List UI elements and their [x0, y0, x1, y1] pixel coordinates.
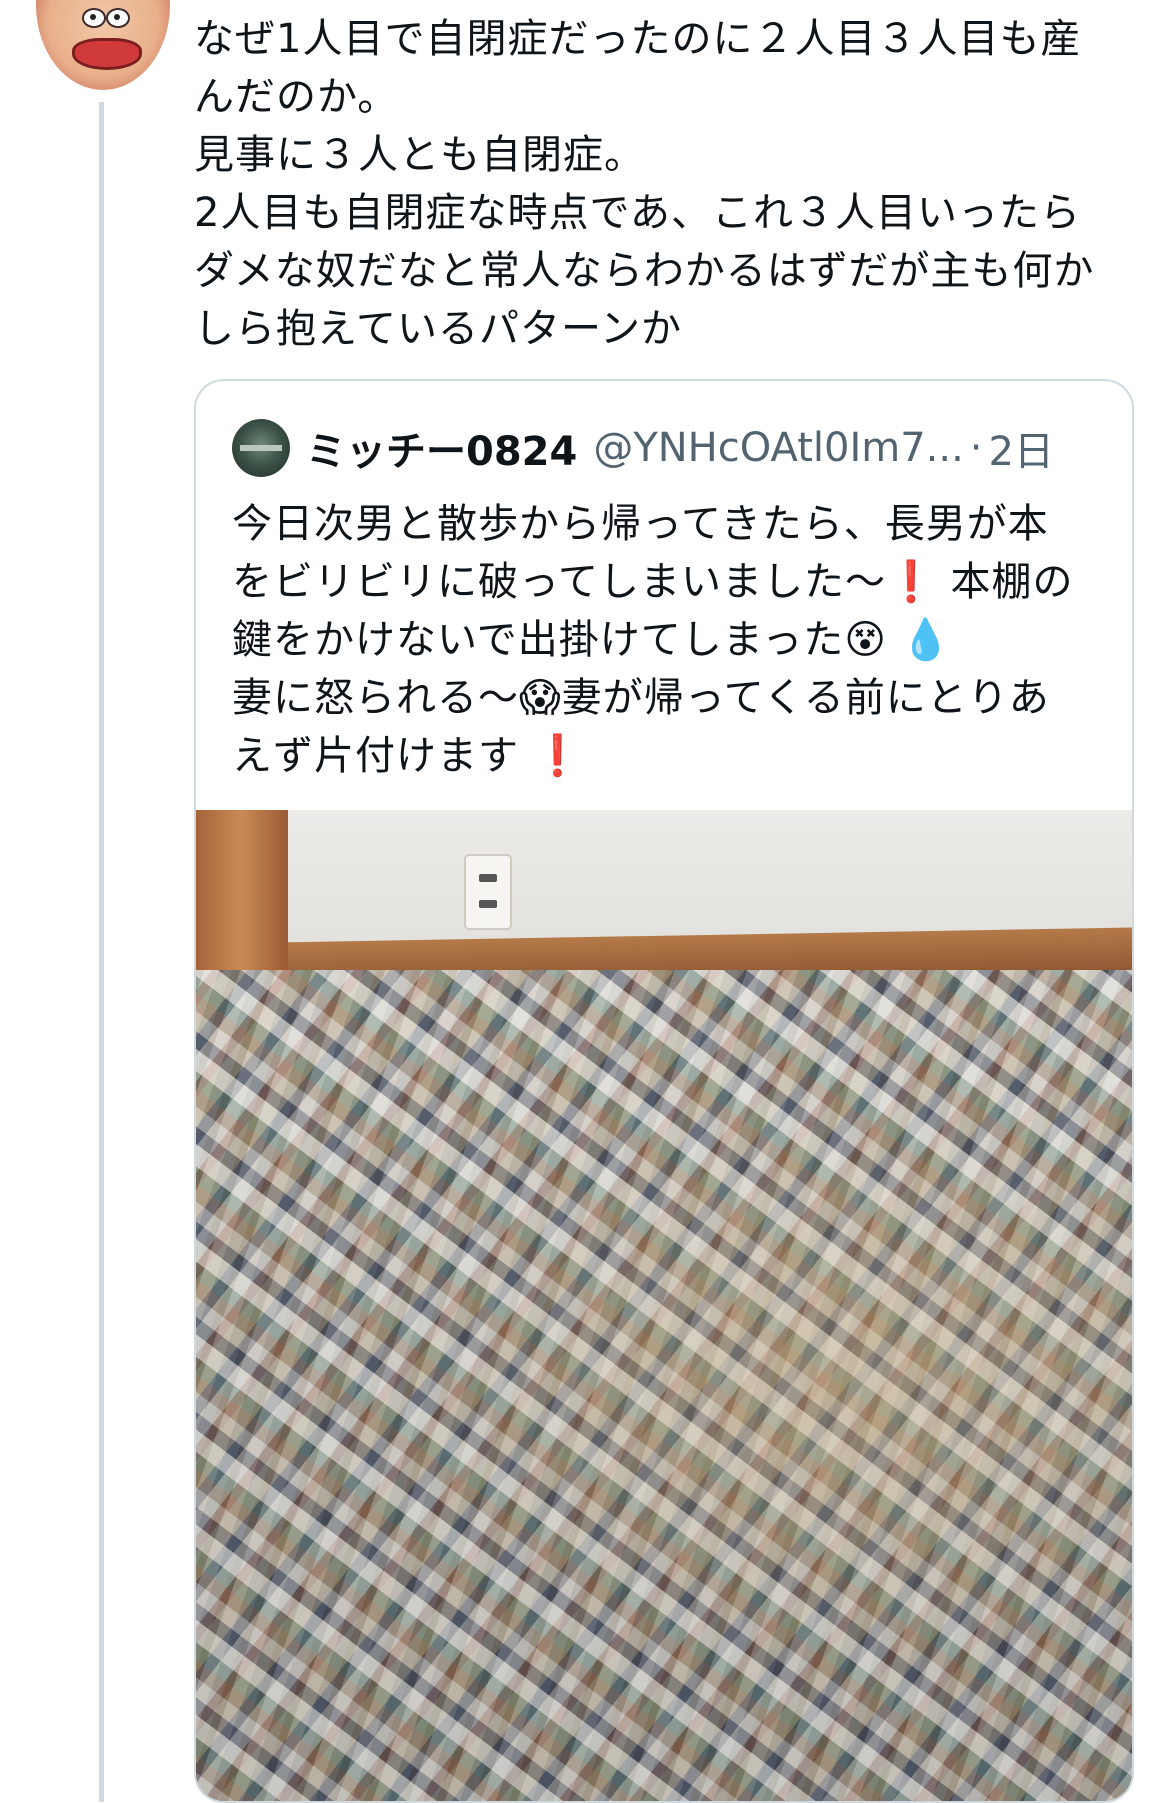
tweet-text: なぜ1人目で自閉症だったのに２人目３人目も産 んだのか。 見事に３人とも自閉症。…: [194, 16, 1095, 352]
avatar-eye-left: [82, 8, 106, 28]
quoted-tweet-card[interactable]: ミッチー0824 @YNHcOAtl0Im7... · 2日 今日次男と散歩から…: [194, 379, 1134, 1803]
user-avatar[interactable]: [36, 0, 170, 90]
quoted-user-avatar[interactable]: [232, 419, 290, 477]
quoted-tweet-timestamp[interactable]: 2日: [989, 419, 1054, 477]
header-separator: ·: [969, 425, 983, 471]
quoted-tweet-header: ミッチー0824 @YNHcOAtl0Im7... · 2日: [232, 419, 1054, 477]
quoted-user-name[interactable]: ミッチー0824: [306, 419, 577, 477]
avatar-eye-right: [106, 8, 130, 28]
quoted-tweet-photo[interactable]: [196, 810, 1132, 1801]
avatar-mouth: [72, 38, 142, 70]
quoted-user-handle[interactable]: @YNHcOAtl0Im7...: [593, 425, 963, 471]
quoted-tweet-text: 今日次男と散歩から帰ってきたら、長男が本 をビリビリに破ってしまいました〜❗ 本…: [232, 501, 1074, 779]
photo-floor-shading: [196, 970, 1132, 1801]
thread-connector-line: [99, 102, 104, 1802]
photo-power-outlet: [464, 854, 512, 930]
